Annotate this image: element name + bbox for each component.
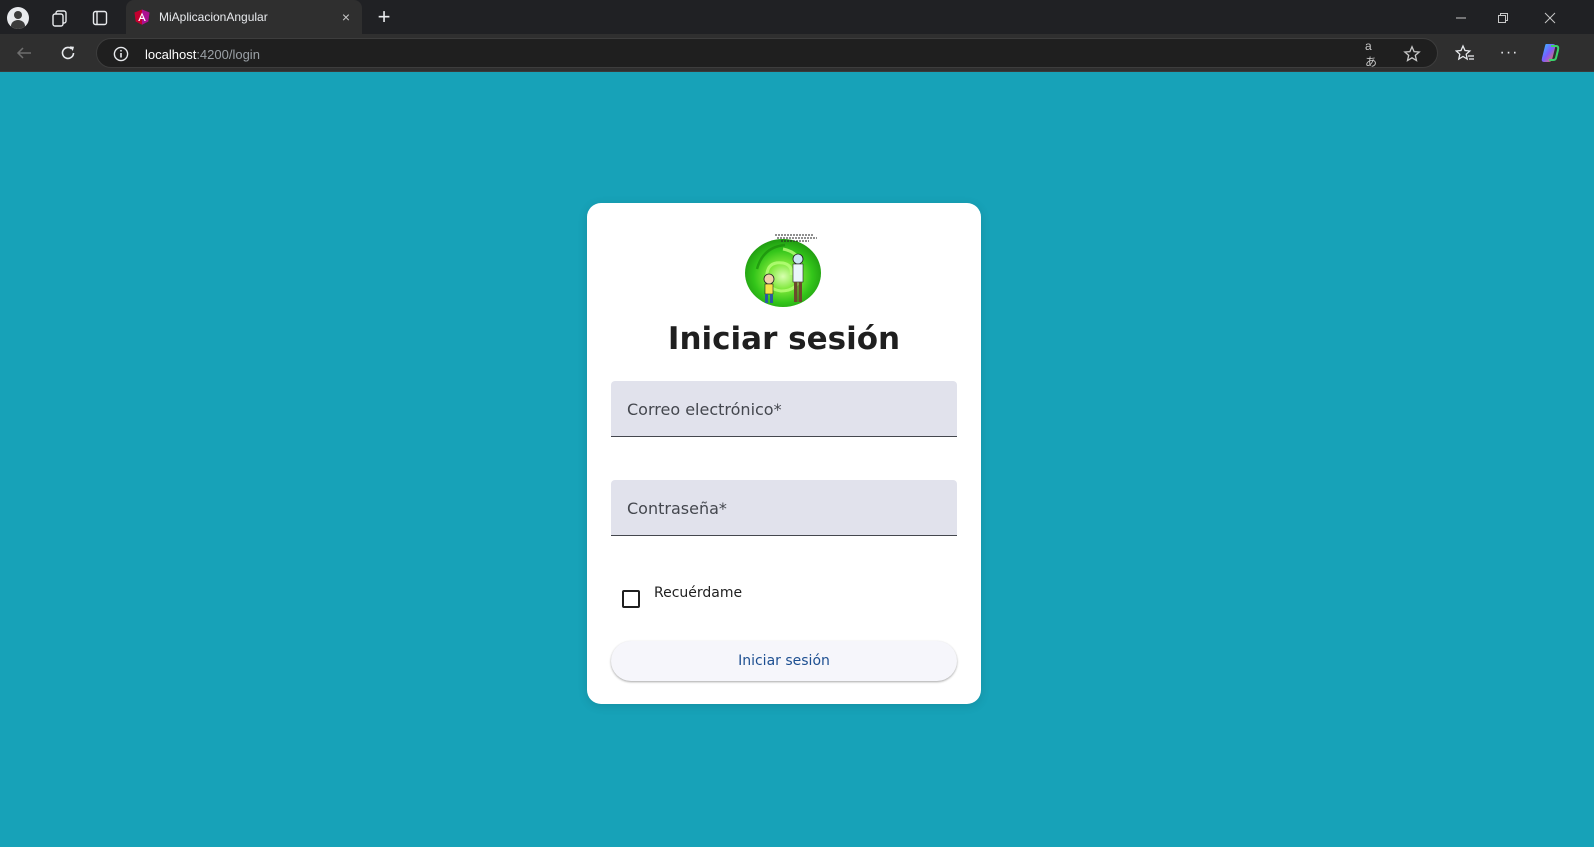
- login-card: Iniciar sesión Correo electrónico* Contr…: [587, 203, 981, 704]
- password-field[interactable]: Contraseña*: [611, 480, 957, 536]
- star-icon[interactable]: [1403, 45, 1421, 63]
- info-icon[interactable]: [113, 46, 129, 62]
- new-tab-button[interactable]: +: [372, 6, 396, 30]
- remember-me[interactable]: Recuérdame: [622, 585, 742, 609]
- browser-toolbar: localhost:4200/login aあ ···: [0, 34, 1594, 72]
- restore-icon[interactable]: [1493, 8, 1513, 28]
- browser-titlebar: MiAplicacionAngular × +: [0, 0, 1594, 34]
- remember-label: Recuérdame: [654, 585, 743, 601]
- reload-icon[interactable]: [56, 41, 80, 65]
- tab-actions-icon[interactable]: [88, 6, 112, 30]
- portal-logo: [743, 229, 825, 309]
- tab-title: MiAplicacionAngular: [159, 10, 268, 24]
- close-window-icon[interactable]: [1540, 8, 1560, 28]
- remember-checkbox[interactable]: [622, 590, 640, 608]
- profile-icon[interactable]: [6, 6, 30, 30]
- browser-tab[interactable]: MiAplicacionAngular ×: [126, 0, 362, 34]
- workspaces-icon[interactable]: [48, 6, 72, 30]
- more-icon[interactable]: ···: [1497, 41, 1521, 65]
- email-field[interactable]: Correo electrónico*: [611, 381, 957, 437]
- angular-favicon-icon: [134, 9, 150, 25]
- address-bar[interactable]: localhost:4200/login aあ: [96, 38, 1438, 69]
- copilot-icon[interactable]: [1538, 41, 1562, 65]
- page-title: Iniciar sesión: [667, 321, 901, 357]
- translate-icon[interactable]: aあ: [1365, 39, 1383, 69]
- favorites-icon[interactable]: [1453, 41, 1477, 65]
- url-host: localhost: [145, 47, 197, 62]
- url-path: :4200/login: [196, 47, 260, 62]
- back-arrow-icon[interactable]: [12, 41, 36, 65]
- minimize-icon[interactable]: [1451, 8, 1471, 28]
- login-button[interactable]: Iniciar sesión: [611, 641, 957, 681]
- url-text[interactable]: localhost:4200/login: [145, 47, 260, 62]
- tab-close-icon[interactable]: ×: [338, 9, 354, 25]
